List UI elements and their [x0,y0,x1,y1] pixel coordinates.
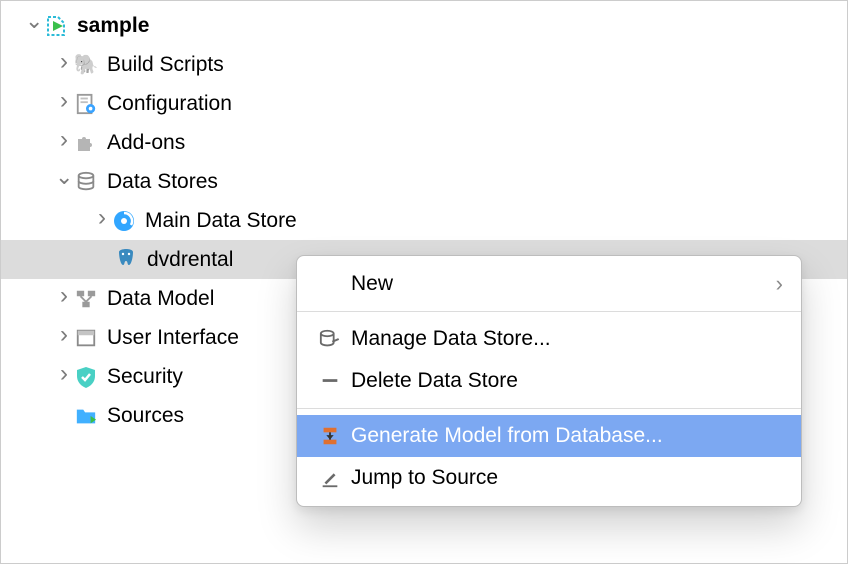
tree-item-build-scripts[interactable]: Build Scripts [1,45,847,84]
menu-item-delete-data-store[interactable]: Delete Data Store [297,360,801,402]
context-menu: New › Manage Data Store... Delete Data S… [296,255,802,507]
data-model-icon [73,286,99,312]
shield-icon [73,364,99,390]
postgresql-icon [113,247,139,273]
menu-label: Jump to Source [351,466,783,490]
menu-item-new[interactable]: New › [297,263,801,305]
generate-model-icon [315,424,345,448]
edit-icon [315,466,345,490]
separator [297,311,801,312]
delete-icon [315,369,345,393]
tree-item-sample[interactable]: sample [1,6,847,45]
menu-item-generate-model[interactable]: Generate Model from Database... [297,415,801,457]
manage-datastore-icon [315,327,345,351]
menu-item-manage-data-store[interactable]: Manage Data Store... [297,318,801,360]
datastore-main-icon [111,208,137,234]
tree-item-label: Build Scripts [107,53,224,77]
tree-item-main-data-store[interactable]: Main Data Store [1,201,847,240]
menu-label: New [351,272,776,296]
tree-item-data-stores[interactable]: Data Stores [1,162,847,201]
tree-item-label: Main Data Store [145,209,297,233]
tree-item-label: dvdrental [147,248,233,272]
tree-item-label: Data Stores [107,170,218,194]
tree-item-label: Add-ons [107,131,185,155]
chevron-right-icon: › [776,271,783,297]
folder-sources-icon [73,403,99,429]
menu-label: Manage Data Store... [351,327,783,351]
menu-item-jump-to-source[interactable]: Jump to Source [297,457,801,499]
tree-item-configuration[interactable]: Configuration [1,84,847,123]
tree-item-addons[interactable]: Add-ons [1,123,847,162]
chevron-right-icon[interactable] [55,57,73,73]
tree-item-label: Configuration [107,92,232,116]
chevron-right-icon[interactable] [55,96,73,112]
menu-label: Generate Model from Database... [351,424,783,448]
chevron-down-icon[interactable] [25,18,43,34]
chevron-down-icon[interactable] [55,174,73,190]
config-gear-icon [73,91,99,117]
chevron-right-icon[interactable] [55,135,73,151]
database-icon [73,169,99,195]
chevron-right-icon[interactable] [55,291,73,307]
tree-item-label: Data Model [107,287,214,311]
tree-item-label: Sources [107,404,184,428]
gradle-icon [73,52,99,78]
tree-item-label: User Interface [107,326,239,350]
chevron-right-icon[interactable] [55,369,73,385]
module-run-icon [43,13,69,39]
blank-icon [315,272,345,296]
window-icon [73,325,99,351]
puzzle-icon [73,130,99,156]
tree-item-label: Security [107,365,183,389]
chevron-right-icon[interactable] [93,213,111,229]
menu-label: Delete Data Store [351,369,783,393]
separator [297,408,801,409]
chevron-right-icon[interactable] [55,330,73,346]
tree-item-label: sample [77,14,149,38]
